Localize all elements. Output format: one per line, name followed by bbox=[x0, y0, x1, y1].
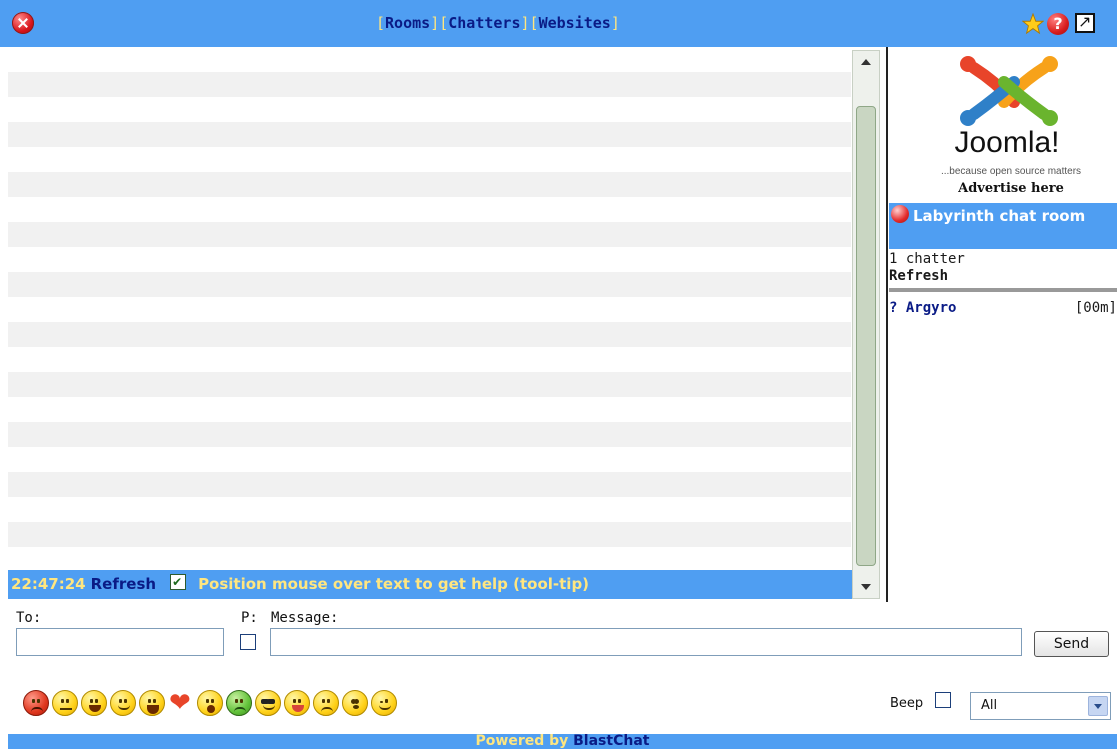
star-icon[interactable] bbox=[1022, 13, 1044, 35]
send-button[interactable]: Send bbox=[1034, 631, 1109, 657]
message-row bbox=[8, 122, 851, 147]
message-row bbox=[8, 397, 851, 422]
message-row bbox=[8, 72, 851, 97]
smiley-wink-icon[interactable] bbox=[371, 690, 397, 716]
scroll-down-icon[interactable] bbox=[855, 578, 877, 596]
top-bar: [Rooms][Chatters][Websites] ? bbox=[0, 0, 1117, 47]
message-row bbox=[8, 522, 851, 547]
message-label: Message: bbox=[271, 610, 339, 626]
message-row bbox=[8, 272, 851, 297]
smiley-laugh-icon[interactable] bbox=[139, 690, 165, 716]
nav-chatters-link[interactable]: Chatters bbox=[448, 14, 520, 32]
private-label: P: bbox=[241, 610, 258, 626]
joomla-logo bbox=[960, 56, 1058, 126]
blastchat-link[interactable]: BlastChat bbox=[573, 734, 649, 749]
footer-prefix: Powered by bbox=[475, 734, 569, 749]
smiley-dizzy-icon[interactable] bbox=[342, 690, 368, 716]
bracket: ] bbox=[520, 14, 530, 32]
smiley-angry-icon[interactable] bbox=[23, 690, 49, 716]
smiley-sick-icon[interactable] bbox=[226, 690, 252, 716]
private-checkbox[interactable] bbox=[240, 634, 256, 650]
message-row bbox=[8, 322, 851, 347]
status-time: 22:47:24 bbox=[11, 575, 86, 593]
status-help-text: Position mouse over text to get help (to… bbox=[198, 575, 590, 593]
message-row bbox=[8, 372, 851, 397]
smiley-smile-icon[interactable] bbox=[110, 690, 136, 716]
bracket: ] bbox=[430, 14, 440, 32]
status-bar: 22:47:24 Refresh Position mouse over text … bbox=[8, 568, 852, 599]
scroll-up-icon[interactable] bbox=[855, 53, 877, 71]
room-chatter-count: 1 chatter bbox=[889, 251, 965, 267]
message-row bbox=[8, 197, 851, 222]
message-row bbox=[8, 347, 851, 372]
panel-divider bbox=[886, 47, 888, 602]
message-row bbox=[8, 97, 851, 122]
heart-icon[interactable] bbox=[168, 688, 194, 718]
chatter-name[interactable]: ? Argyro bbox=[889, 300, 956, 316]
message-row bbox=[8, 247, 851, 272]
to-field[interactable] bbox=[16, 628, 224, 656]
message-row bbox=[8, 447, 851, 472]
chatter-row[interactable]: ? Argyro [00m] bbox=[889, 300, 1117, 320]
beep-checkbox[interactable] bbox=[935, 692, 951, 708]
bracket: [ bbox=[529, 14, 539, 32]
message-row bbox=[8, 222, 851, 247]
advertise-link[interactable]: Advertise here bbox=[904, 181, 1117, 196]
message-list bbox=[8, 47, 851, 570]
nav-websites-link[interactable]: Websites bbox=[539, 14, 611, 32]
smiley-tongue-icon[interactable] bbox=[284, 690, 310, 716]
smiley-neutral-icon[interactable] bbox=[52, 690, 78, 716]
room-refresh-link[interactable]: Refresh bbox=[889, 268, 948, 284]
chevron-down-icon[interactable] bbox=[1088, 696, 1108, 716]
help-icon[interactable]: ? bbox=[1047, 13, 1069, 35]
message-scrollbar[interactable] bbox=[852, 50, 880, 599]
message-row bbox=[8, 147, 851, 172]
bracket: [ bbox=[439, 14, 449, 32]
room-title: Labyrinth chat room bbox=[913, 207, 1086, 225]
chatter-idle-time: [00m] bbox=[1074, 300, 1117, 316]
message-row bbox=[8, 297, 851, 322]
nav-rooms-link[interactable]: Rooms bbox=[385, 14, 430, 32]
popout-icon[interactable] bbox=[1075, 12, 1095, 33]
footer: Powered by BlastChat bbox=[8, 734, 1117, 749]
divider bbox=[889, 288, 1117, 292]
to-label: To: bbox=[16, 610, 42, 626]
scroll-thumb[interactable] bbox=[856, 106, 876, 566]
filter-selected-value: All bbox=[981, 698, 998, 713]
message-row bbox=[8, 47, 851, 72]
smiley-sad-icon[interactable] bbox=[313, 690, 339, 716]
top-nav: [Rooms][Chatters][Websites] bbox=[376, 14, 620, 32]
smiley-cool-icon[interactable] bbox=[255, 690, 281, 716]
filter-select[interactable]: All bbox=[970, 692, 1111, 720]
bracket: ] bbox=[610, 14, 620, 32]
room-header[interactable]: Labyrinth chat room bbox=[889, 203, 1117, 249]
smiley-surprised-icon[interactable] bbox=[197, 690, 223, 716]
message-row bbox=[8, 497, 851, 522]
message-row bbox=[8, 547, 851, 570]
bracket: [ bbox=[376, 14, 386, 32]
auto-refresh-checkbox[interactable] bbox=[170, 568, 187, 597]
ad-tagline: ...because open source matters bbox=[940, 166, 1082, 177]
message-row bbox=[8, 172, 851, 197]
status-refresh-link[interactable]: Refresh bbox=[91, 575, 156, 593]
smiley-grin-icon[interactable] bbox=[81, 690, 107, 716]
ad-brand: Joomla! bbox=[954, 126, 1060, 159]
message-field[interactable] bbox=[270, 628, 1022, 656]
ad-banner[interactable]: Joomla! ...because open source matters A… bbox=[904, 50, 1117, 200]
message-row bbox=[8, 422, 851, 447]
close-icon[interactable] bbox=[12, 12, 34, 34]
beep-label: Beep bbox=[890, 696, 924, 711]
message-row bbox=[8, 472, 851, 497]
